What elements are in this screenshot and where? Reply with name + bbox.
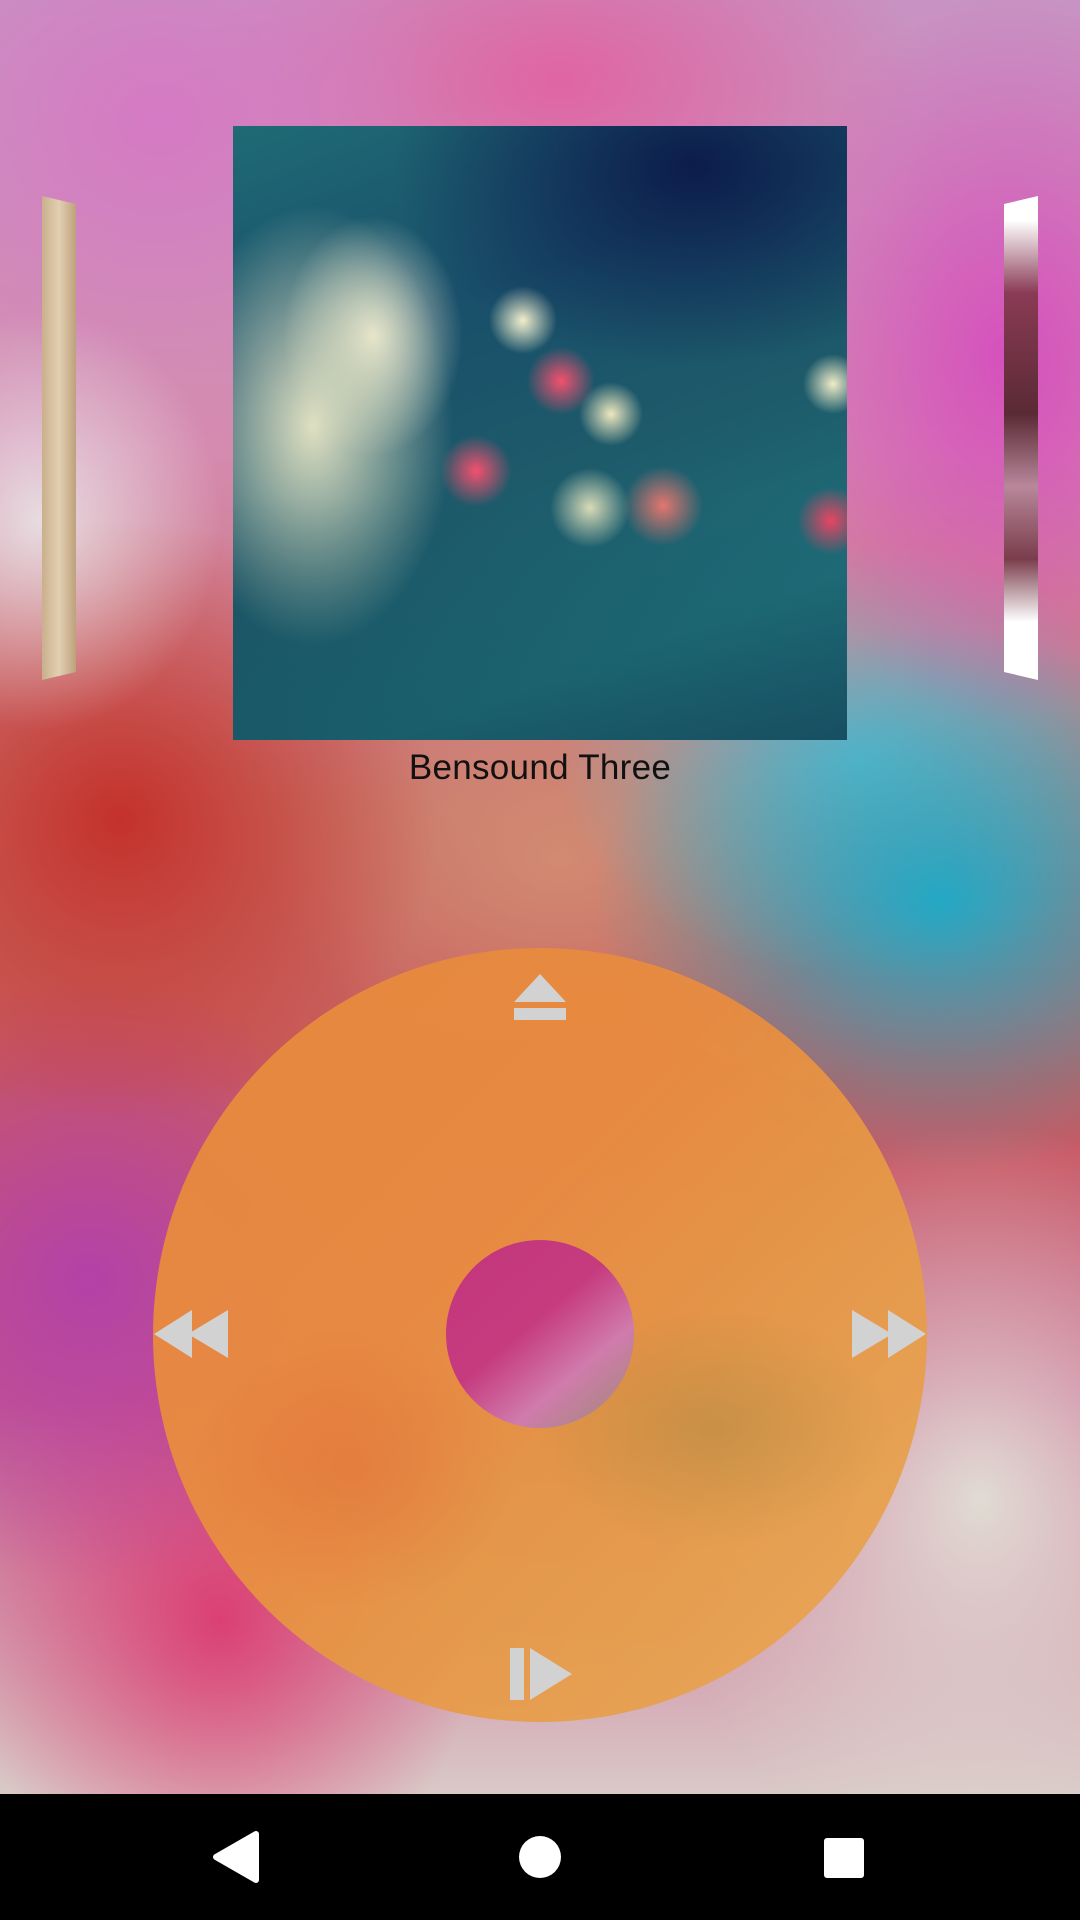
recents-icon[interactable] xyxy=(804,1794,884,1920)
next-album-cover[interactable] xyxy=(1004,196,1038,680)
previous-album-cover[interactable] xyxy=(42,196,76,680)
center-select-button[interactable] xyxy=(446,1240,634,1428)
music-player-screen: Bensound Three xyxy=(0,0,1080,1920)
current-album-cover[interactable] xyxy=(233,126,847,740)
play-pause-icon[interactable] xyxy=(508,1644,576,1704)
navigation-bar xyxy=(0,1794,1080,1920)
back-icon[interactable] xyxy=(200,1794,272,1920)
eject-icon[interactable] xyxy=(508,970,572,1026)
track-title: Bensound Three xyxy=(408,748,672,787)
fast-forward-icon[interactable] xyxy=(848,1304,928,1364)
home-icon[interactable] xyxy=(500,1794,580,1920)
rewind-icon[interactable] xyxy=(152,1304,232,1364)
